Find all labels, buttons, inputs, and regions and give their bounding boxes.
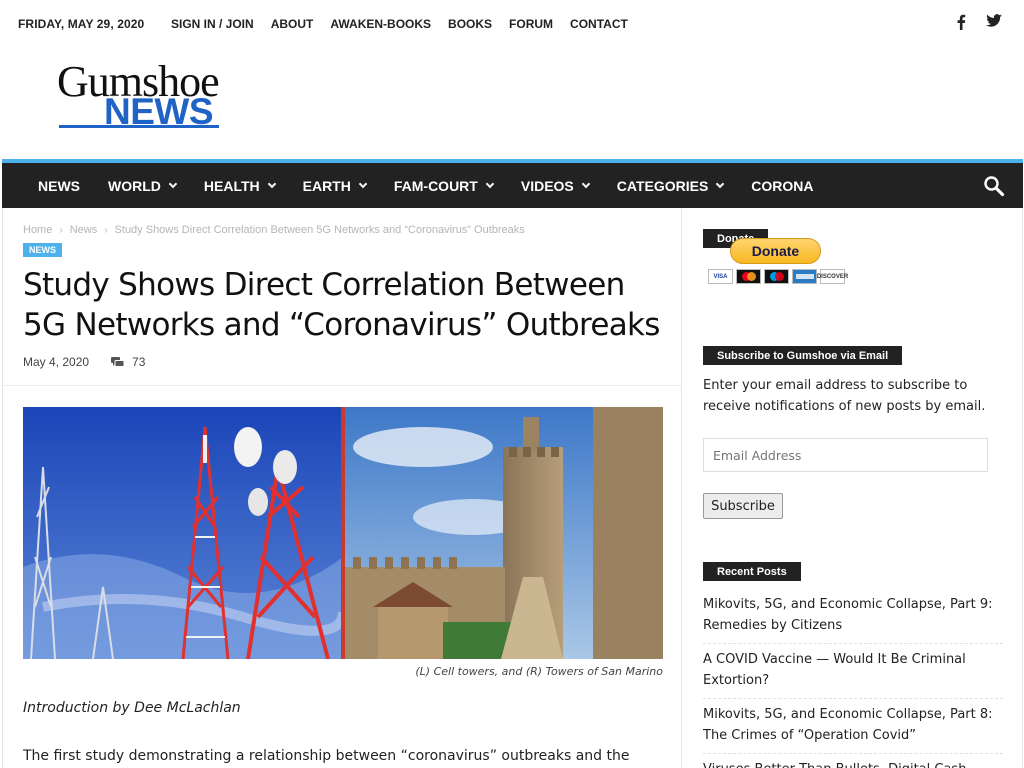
recent-post-link[interactable]: A COVID Vaccine — Would It Be Criminal E… (703, 649, 1003, 699)
comments-link[interactable]: 73 (111, 355, 145, 369)
article-date: May 4, 2020 (23, 355, 90, 369)
widget-title-recent: Recent Posts (703, 562, 801, 581)
top-menu-sign-in[interactable]: SIGN IN / JOIN (171, 17, 254, 31)
nav-item-categories[interactable]: CATEGORIES (603, 163, 738, 208)
main-nav: NEWS WORLD HEALTH EARTH FAM-COURT VIDEOS… (2, 159, 1023, 208)
nav-label: VIDEOS (520, 177, 574, 194)
current-date: FRIDAY, MAY 29, 2020 (18, 17, 145, 31)
nav-label: HEALTH (203, 177, 260, 194)
image-caption: (L) Cell towers, and (R) Towers of San M… (415, 665, 663, 678)
chevron-down-icon (716, 179, 725, 188)
search-icon[interactable] (983, 175, 1005, 197)
top-menu-books[interactable]: BOOKS (448, 17, 492, 31)
breadcrumb-separator-icon: › (59, 224, 63, 236)
top-bar: FRIDAY, MAY 29, 2020 SIGN IN / JOIN ABOU… (0, 0, 1024, 50)
maestro-card-icon (764, 269, 789, 284)
recent-post-link[interactable]: Mikovits, 5G, and Economic Collapse, Par… (703, 704, 1003, 754)
nav-item-earth[interactable]: EARTH (289, 163, 380, 208)
recent-post-link[interactable]: Mikovits, 5G, and Economic Collapse, Par… (703, 594, 1003, 644)
social-links (954, 14, 1002, 30)
recent-posts-widget: Recent Posts (703, 562, 801, 581)
breadcrumb-news[interactable]: News (70, 224, 98, 236)
chevron-down-icon (485, 179, 495, 188)
sidebar: Donate Donate VISA DISCOVER Subscribe to… (703, 208, 1003, 768)
visa-card-icon: VISA (708, 269, 733, 284)
nav-item-health[interactable]: HEALTH (190, 163, 289, 208)
nav-item-world[interactable]: WORLD (94, 163, 190, 208)
comments-icon (111, 356, 125, 368)
recent-post-link[interactable]: Viruses Better Than Bullets, Digital Cas… (703, 759, 1003, 768)
article-meta: May 4, 2020 73 (23, 355, 145, 369)
top-menu-about[interactable]: ABOUT (271, 17, 314, 31)
nav-item-corona[interactable]: CORONA (737, 163, 827, 208)
subscribe-widget: Subscribe to Gumshoe via Email (703, 346, 903, 365)
nav-label: EARTH (302, 177, 351, 194)
payment-cards: VISA DISCOVER (708, 269, 848, 284)
logo-underline (59, 125, 219, 128)
nav-item-videos[interactable]: VIDEOS (507, 163, 603, 208)
donate-button[interactable]: Donate (730, 238, 821, 264)
content-right-border (1022, 208, 1023, 768)
breadcrumb-separator-icon: › (104, 224, 108, 236)
nav-label: CATEGORIES (616, 177, 709, 194)
site-logo[interactable]: Gumshoe NEWS (57, 60, 227, 132)
breadcrumb-home[interactable]: Home (23, 224, 52, 236)
comments-count: 73 (132, 355, 146, 369)
twitter-icon[interactable] (986, 14, 1002, 30)
top-menu: SIGN IN / JOIN ABOUT AWAKEN-BOOKS BOOKS … (171, 17, 628, 31)
top-menu-contact[interactable]: CONTACT (570, 17, 628, 31)
mastercard-icon (736, 269, 761, 284)
chevron-down-icon (581, 179, 591, 188)
nav-label: CORONA (751, 177, 814, 194)
nav-item-fam-court[interactable]: FAM-COURT (380, 163, 507, 208)
top-menu-awaken-books[interactable]: AWAKEN-BOOKS (330, 17, 431, 31)
subscribe-description: Enter your email address to subscribe to… (703, 378, 986, 414)
nav-item-news[interactable]: NEWS (24, 163, 94, 208)
featured-image[interactable] (23, 407, 663, 659)
breadcrumb: Home › News › Study Shows Direct Correla… (23, 224, 525, 236)
chevron-down-icon (358, 179, 368, 188)
category-badge[interactable]: NEWS (23, 243, 62, 257)
article-intro: Introduction by Dee McLachlan (23, 700, 241, 716)
discover-card-icon: DISCOVER (817, 269, 848, 284)
email-field[interactable] (703, 438, 988, 472)
chevron-down-icon (168, 179, 178, 188)
article-title: Study Shows Direct Correlation Between 5… (23, 267, 660, 343)
breadcrumb-current[interactable]: Study Shows Direct Correlation Between 5… (115, 224, 525, 236)
chevron-down-icon (267, 179, 276, 188)
recent-posts-list: Mikovits, 5G, and Economic Collapse, Par… (703, 594, 1003, 768)
nav-label: FAM-COURT (393, 177, 478, 194)
widget-title-subscribe: Subscribe to Gumshoe via Email (703, 346, 903, 365)
nav-label: NEWS (38, 177, 80, 194)
article-column: Home › News › Study Shows Direct Correla… (2, 208, 682, 768)
amex-card-icon (792, 269, 817, 284)
article-paragraph: The first study demonstrating a relation… (23, 748, 630, 764)
top-menu-forum[interactable]: FORUM (509, 17, 553, 31)
nav-label: WORLD (108, 177, 161, 194)
meta-divider (2, 385, 681, 386)
subscribe-button[interactable]: Subscribe (703, 493, 783, 519)
facebook-icon[interactable] (954, 14, 968, 30)
